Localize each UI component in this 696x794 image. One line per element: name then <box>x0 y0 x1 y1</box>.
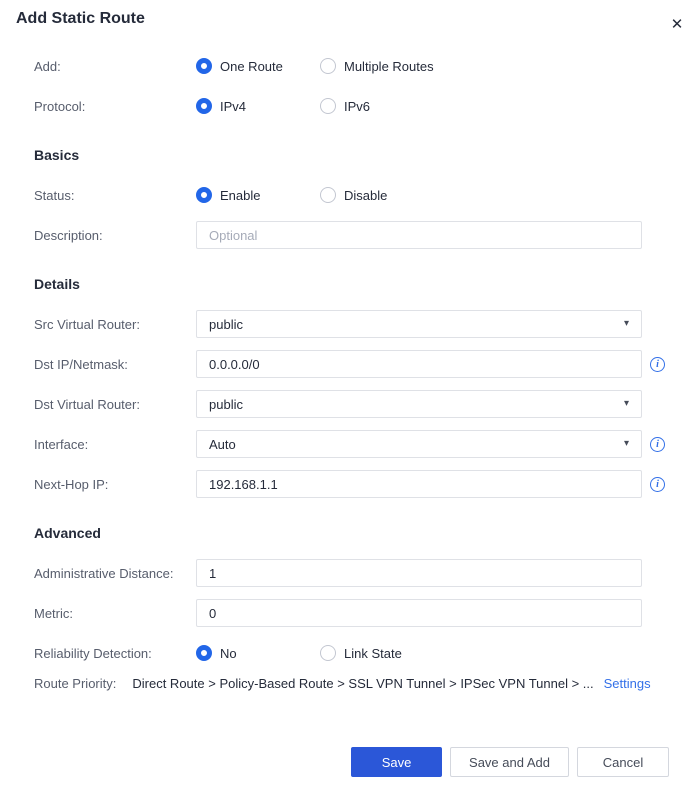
radio-option-disable[interactable]: Disable <box>320 187 387 203</box>
row-dst-ip-netmask: Dst IP/Netmask: i <box>34 350 674 378</box>
page-title: Add Static Route <box>16 8 696 30</box>
radio-label: IPv6 <box>344 99 370 114</box>
chevron-down-icon: ▾ <box>624 439 629 449</box>
protocol-label: Protocol: <box>34 99 196 114</box>
radio-option-one-route[interactable]: One Route <box>196 58 320 74</box>
chevron-down-icon: ▾ <box>624 319 629 329</box>
dst-ip-netmask-label: Dst IP/Netmask: <box>34 357 196 372</box>
radio-option-ipv6[interactable]: IPv6 <box>320 98 370 114</box>
radio-label: Link State <box>344 646 402 661</box>
row-src-virtual-router: Src Virtual Router: public ▾ <box>34 310 674 338</box>
src-virtual-router-label: Src Virtual Router: <box>34 317 196 332</box>
info-icon[interactable]: i <box>650 477 665 492</box>
route-priority-label: Route Priority: <box>34 676 116 691</box>
status-label: Status: <box>34 188 196 203</box>
row-interface: Interface: Auto ▾ i <box>34 430 674 458</box>
radio-label: Multiple Routes <box>344 59 434 74</box>
radio-option-multiple-routes[interactable]: Multiple Routes <box>320 58 434 74</box>
save-and-add-button[interactable]: Save and Add <box>450 747 569 777</box>
radio-option-ipv4[interactable]: IPv4 <box>196 98 320 114</box>
row-add: Add: One Route Multiple Routes <box>34 52 674 80</box>
metric-input[interactable] <box>196 599 642 627</box>
radio-label: Disable <box>344 188 387 203</box>
src-virtual-router-select[interactable]: public ▾ <box>196 310 642 338</box>
dst-ip-netmask-input[interactable] <box>196 350 642 378</box>
description-input[interactable] <box>196 221 642 249</box>
reliability-detection-label: Reliability Detection: <box>34 646 196 661</box>
radio-label: Enable <box>220 188 260 203</box>
row-metric: Metric: <box>34 599 674 627</box>
chevron-down-icon: ▾ <box>624 399 629 409</box>
radio-option-no[interactable]: No <box>196 645 320 661</box>
add-static-route-form: Add: One Route Multiple Routes Protocol:… <box>34 52 674 777</box>
radio-selected-icon[interactable] <box>196 187 212 203</box>
cancel-button[interactable]: Cancel <box>577 747 669 777</box>
interface-label: Interface: <box>34 437 196 452</box>
radio-label: One Route <box>220 59 283 74</box>
row-administrative-distance: Administrative Distance: <box>34 559 674 587</box>
radio-selected-icon[interactable] <box>196 58 212 74</box>
row-description: Description: <box>34 221 674 249</box>
add-label: Add: <box>34 59 196 74</box>
radio-label: IPv4 <box>220 99 246 114</box>
dst-virtual-router-label: Dst Virtual Router: <box>34 397 196 412</box>
row-protocol: Protocol: IPv4 IPv6 <box>34 92 674 120</box>
radio-selected-icon[interactable] <box>196 645 212 661</box>
row-reliability-detection: Reliability Detection: No Link State <box>34 639 674 667</box>
administrative-distance-label: Administrative Distance: <box>34 566 196 581</box>
description-label: Description: <box>34 228 196 243</box>
administrative-distance-input[interactable] <box>196 559 642 587</box>
interface-select[interactable]: Auto ▾ <box>196 430 642 458</box>
select-value: public <box>209 397 243 412</box>
section-advanced: Advanced <box>34 523 674 543</box>
radio-unselected-icon[interactable] <box>320 98 336 114</box>
next-hop-ip-input[interactable] <box>196 470 642 498</box>
dst-virtual-router-select[interactable]: public ▾ <box>196 390 642 418</box>
radio-unselected-icon[interactable] <box>320 58 336 74</box>
route-priority-settings-link[interactable]: Settings <box>604 676 651 691</box>
row-route-priority: Route Priority: Direct Route > Policy-Ba… <box>34 673 674 693</box>
radio-selected-icon[interactable] <box>196 98 212 114</box>
select-value: Auto <box>209 437 236 452</box>
radio-option-link-state[interactable]: Link State <box>320 645 402 661</box>
radio-option-enable[interactable]: Enable <box>196 187 320 203</box>
row-status: Status: Enable Disable <box>34 181 674 209</box>
info-icon[interactable]: i <box>650 357 665 372</box>
section-details: Details <box>34 274 674 294</box>
route-priority-value: Direct Route > Policy-Based Route > SSL … <box>132 676 593 691</box>
radio-unselected-icon[interactable] <box>320 187 336 203</box>
metric-label: Metric: <box>34 606 196 621</box>
close-icon[interactable]: ✕ <box>666 14 688 36</box>
row-dst-virtual-router: Dst Virtual Router: public ▾ <box>34 390 674 418</box>
radio-unselected-icon[interactable] <box>320 645 336 661</box>
dialog-footer: Save Save and Add Cancel <box>34 747 674 777</box>
radio-label: No <box>220 646 237 661</box>
select-value: public <box>209 317 243 332</box>
row-next-hop-ip: Next-Hop IP: i <box>34 470 674 498</box>
save-button[interactable]: Save <box>351 747 442 777</box>
info-icon[interactable]: i <box>650 437 665 452</box>
next-hop-ip-label: Next-Hop IP: <box>34 477 196 492</box>
section-basics: Basics <box>34 145 674 165</box>
